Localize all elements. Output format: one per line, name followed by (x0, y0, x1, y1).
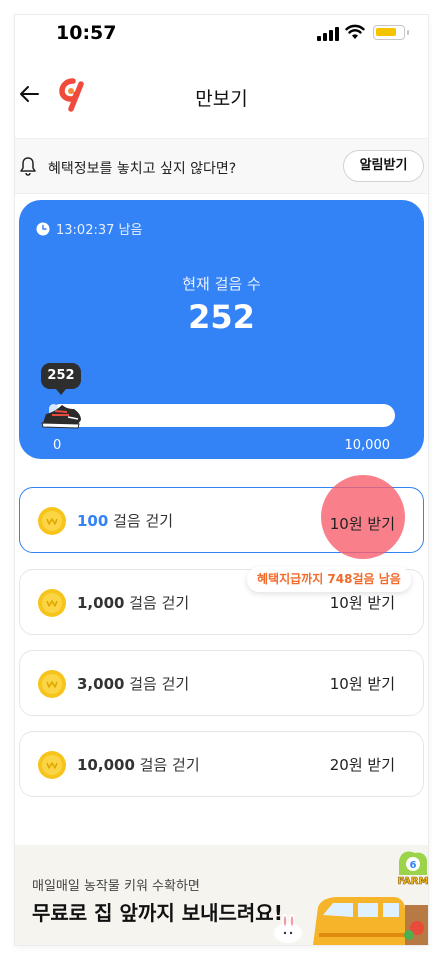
progress-bubble: 252 (41, 363, 81, 395)
farm-logo-text: FARM (397, 876, 428, 887)
mission-label: 100 걸음 걷기 (77, 510, 173, 531)
mission-label: 3,000 걸음 걷기 (77, 673, 189, 694)
status-time: 10:57 (56, 22, 117, 44)
reward-button[interactable]: 10원 받기 (330, 592, 395, 613)
mission-count: 1,000 (77, 594, 125, 612)
reward-button[interactable]: 10원 받기 (330, 673, 395, 694)
mission-label: 1,000 걸음 걷기 (77, 592, 189, 613)
mission-count: 100 (77, 512, 109, 530)
mission-10000-steps[interactable]: 10,000 걸음 걷기 20원 받기 (19, 731, 424, 797)
notification-prompt: 혜택정보를 놓치고 싶지 않다면? 알림받기 (15, 138, 428, 194)
bell-icon (20, 157, 36, 176)
remaining-steps-tooltip: 혜택지급까지 748걸음 남음 (247, 567, 411, 592)
reward-button[interactable]: 10원 받기 (330, 513, 395, 534)
wifi-icon (345, 24, 365, 39)
farm-badge: FARM 6 (397, 851, 428, 887)
coin-icon (38, 589, 66, 617)
steps-progress-bar (49, 404, 395, 427)
notify-text: 혜택정보를 놓치고 싶지 않다면? (48, 161, 237, 177)
coin-icon (38, 507, 66, 535)
progress-max: 10,000 (344, 438, 391, 453)
battery-icon (373, 25, 409, 40)
banner-subtitle: 매일매일 농작물 키워 수확하면 (32, 879, 200, 894)
mission-label: 10,000 걸음 걷기 (77, 754, 200, 775)
delivery-truck-illustration: FARM 6 (274, 851, 428, 945)
page-title: 만보기 (195, 88, 248, 110)
mission-suffix: 걸음 걷기 (124, 594, 190, 612)
app-screen: 10:57 만보기 혜택정보를 놓치고 싶지 않다면? 알림받기 13:02:3… (15, 15, 428, 945)
coin-icon (38, 670, 66, 698)
time-remaining: 13:02:37 남음 (36, 219, 142, 238)
reward-button[interactable]: 20원 받기 (330, 754, 395, 775)
mission-suffix: 걸음 걷기 (108, 512, 174, 530)
mission-count: 3,000 (77, 675, 125, 693)
current-steps-label: 현재 걸음 수 (182, 275, 261, 293)
cellular-signal-icon (317, 27, 339, 41)
coin-icon (38, 751, 66, 779)
mission-3000-steps[interactable]: 3,000 걸음 걷기 10원 받기 (19, 650, 424, 716)
step-card: 13:02:37 남음 현재 걸음 수 252 252 0 10,000 (19, 200, 424, 459)
current-steps-value: 252 (188, 298, 255, 336)
svg-text:6: 6 (410, 860, 417, 871)
status-bar: 10:57 (15, 15, 428, 55)
timer-text: 13:02:37 남음 (56, 223, 143, 238)
farm-promo-banner[interactable]: 매일매일 농작물 키워 수확하면 무료로 집 앞까지 보내드려요! FARM 6 (15, 845, 428, 945)
progress-min: 0 (53, 438, 62, 453)
mission-suffix: 걸음 걷기 (124, 675, 190, 693)
clock-icon (36, 222, 50, 235)
sneaker-icon (41, 405, 81, 429)
nav-bar: 만보기 (15, 70, 428, 120)
mission-count: 10,000 (77, 756, 135, 774)
notify-button[interactable]: 알림받기 (343, 150, 424, 182)
mission-suffix: 걸음 걷기 (134, 756, 200, 774)
